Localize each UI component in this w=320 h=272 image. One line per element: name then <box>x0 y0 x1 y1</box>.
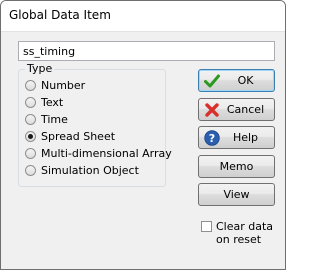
memo-button-label: Memo <box>219 160 254 173</box>
help-button-label: Help <box>232 131 259 144</box>
type-option-time[interactable]: Time <box>25 111 68 127</box>
view-button-label: View <box>223 188 250 201</box>
radio-button[interactable] <box>25 147 36 159</box>
help-icon: ? <box>203 129 221 146</box>
type-option-text[interactable]: Text <box>25 94 63 110</box>
title-bar[interactable]: Global Data Item <box>1 1 285 32</box>
type-group: Type Number Text Time Spread Sheet Multi… <box>18 62 172 187</box>
radio-button-selected[interactable] <box>25 130 36 142</box>
global-data-item-dialog: Global Data Item Type Number Text Time S… <box>0 0 286 270</box>
type-option-label: Number <box>41 78 86 92</box>
type-option-label: Text <box>41 95 64 109</box>
type-option-multi-dimensional-array[interactable]: Multi-dimensional Array <box>25 145 172 161</box>
cross-icon <box>203 101 221 118</box>
ok-button[interactable]: OK <box>198 69 275 92</box>
dialog-body: Type Number Text Time Spread Sheet Multi… <box>1 32 285 269</box>
clear-on-reset-option[interactable]: Clear data on reset <box>201 220 278 246</box>
type-option-simulation-object[interactable]: Simulation Object <box>25 162 139 178</box>
memo-button[interactable]: Memo <box>198 155 275 178</box>
type-group-legend: Type <box>25 62 55 75</box>
type-option-label: Spread Sheet <box>41 129 116 143</box>
window-title: Global Data Item <box>9 8 111 22</box>
check-icon <box>203 72 221 89</box>
type-option-number[interactable]: Number <box>25 77 85 93</box>
type-option-label: Time <box>41 112 68 126</box>
svg-text:?: ? <box>209 132 215 145</box>
radio-button[interactable] <box>25 113 36 125</box>
clear-on-reset-checkbox[interactable] <box>201 221 212 232</box>
ok-button-label: OK <box>237 74 254 87</box>
help-button[interactable]: ? Help <box>198 126 275 149</box>
radio-button[interactable] <box>25 164 36 176</box>
item-name-input[interactable] <box>18 41 275 61</box>
clear-on-reset-label: Clear data on reset <box>216 220 274 246</box>
type-option-spread-sheet[interactable]: Spread Sheet <box>25 128 115 144</box>
cancel-button[interactable]: Cancel <box>198 98 275 121</box>
radio-button[interactable] <box>25 96 36 108</box>
cancel-button-label: Cancel <box>226 103 265 116</box>
type-option-label: Multi-dimensional Array <box>41 146 172 160</box>
type-option-label: Simulation Object <box>41 163 139 177</box>
radio-button[interactable] <box>25 79 36 91</box>
view-button[interactable]: View <box>198 183 275 206</box>
